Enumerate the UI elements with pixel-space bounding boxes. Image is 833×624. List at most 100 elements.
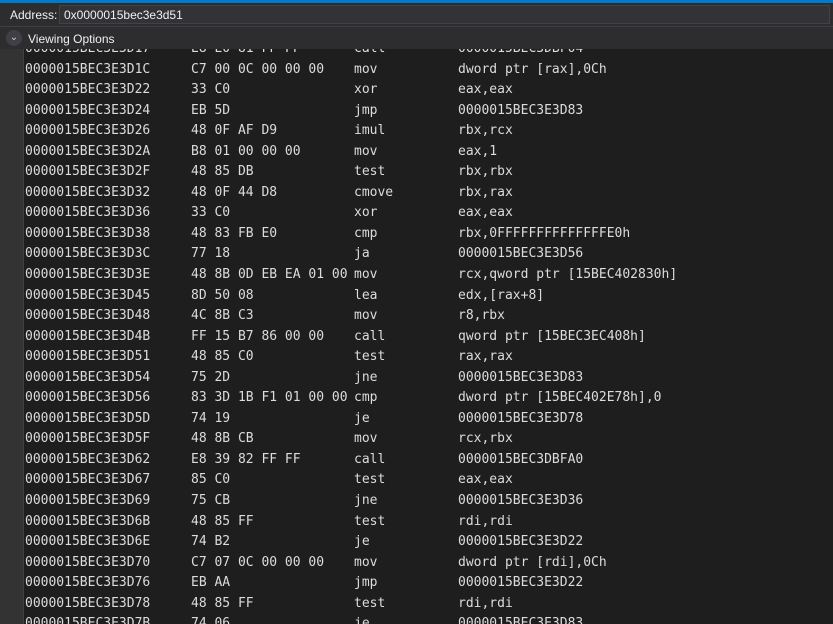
instruction-operands: 0000015BEC3E3D22 [458,534,584,550]
instruction-address: 0000015BEC3E3D5F [25,431,151,447]
instruction-address: 0000015BEC3E3D7B [25,616,151,624]
instruction-bytes: 48 8B CB [191,431,254,447]
instruction-bytes: EB 5D [191,102,231,118]
instruction-mnemonic: call [354,451,386,467]
instruction-address: 0000015BEC3E3D3E [25,267,151,283]
instruction-operands: dword ptr [rax],0Ch [458,61,607,77]
instruction-address: 0000015BEC3E3D36 [25,205,151,221]
instruction-bytes: 48 8B 0D EB EA 01 00 [191,267,348,283]
instruction-mnemonic: je [354,410,370,426]
instruction-mnemonic: test [354,513,386,529]
instruction-address: 0000015BEC3E3D6B [25,513,151,529]
instruction-mnemonic: jne [354,493,378,509]
chevron-down-icon[interactable]: ⌄ [6,30,22,46]
instruction-mnemonic: lea [354,287,378,303]
instruction-address: 0000015BEC3E3D70 [25,554,151,570]
instruction-bytes: 74 B2 [191,534,231,550]
instruction-operands: 0000015BEC3E3D36 [458,493,584,509]
instruction-mnemonic: jmp [354,575,378,591]
instruction-address: 0000015BEC3E3D2F [25,164,151,180]
instruction-operands: 0000015BEC3DBFA0 [458,451,584,467]
instruction-operands: dword ptr [15BEC402E78h],0 [458,390,662,406]
instruction-bytes: EB AA [191,575,231,591]
instruction-bytes: 4C 8B C3 [191,308,254,324]
instruction-bytes: 33 C0 [191,82,231,98]
disassembly-view[interactable]: 0000015BEC3E3D17 E8 E0 81 FF FF call 000001… [24,49,833,624]
instruction-address: 0000015BEC3E3D24 [25,102,151,118]
instruction-operands: 0000015BEC3E3D83 [458,102,584,118]
instruction-address: 0000015BEC3E3D6E [25,534,151,550]
instruction-bytes: 48 0F 44 D8 [191,184,278,200]
instruction-operands: rbx,rax [458,184,513,200]
viewing-options-bar[interactable]: ⌄ Viewing Options [0,27,833,49]
instruction-bytes: 77 18 [191,246,231,262]
instruction-address: 0000015BEC3E3D3C [25,246,151,262]
instruction-operands: rdi,rdi [458,595,513,611]
instruction-mnemonic: mov [354,308,378,324]
instruction-bytes: 8D 50 08 [191,287,254,303]
instruction-operands: edx,[rax+8] [458,287,545,303]
address-bar: Address: [0,3,833,27]
instruction-bytes: E8 E0 81 FF FF [191,49,301,60]
instruction-address: 0000015BEC3E3D62 [25,451,151,467]
viewing-options-label[interactable]: Viewing Options [28,32,115,46]
instruction-address: 0000015BEC3E3D51 [25,349,151,365]
instruction-mnemonic: mov [354,143,378,159]
instruction-mnemonic: imul [354,123,386,139]
instruction-mnemonic: mov [354,554,378,570]
instruction-mnemonic: mov [354,431,378,447]
instruction-bytes: C7 07 0C 00 00 00 [191,554,325,570]
instruction-address: 0000015BEC3E3D32 [25,184,151,200]
instruction-mnemonic: mov [354,267,378,283]
instruction-address: 0000015BEC3E3D54 [25,369,151,385]
instruction-mnemonic: cmp [354,390,378,406]
address-input[interactable] [59,5,830,24]
instruction-bytes: 74 19 [191,410,231,426]
instruction-mnemonic: jne [354,369,378,385]
instruction-operands: r8,rbx [458,308,505,324]
instruction-mnemonic: call [354,328,386,344]
instruction-mnemonic: test [354,595,386,611]
instruction-address: 0000015BEC3E3D2A [25,143,151,159]
instruction-address: 0000015BEC3E3D5D [25,410,151,426]
instruction-mnemonic: jmp [354,102,378,118]
instruction-mnemonic: xor [354,82,378,98]
instruction-address: 0000015BEC3E3D45 [25,287,151,303]
instruction-operands: rbx,0FFFFFFFFFFFFFFE0h [458,225,631,241]
instruction-operands: eax,eax [458,472,513,488]
instruction-mnemonic: mov [354,61,378,77]
instruction-mnemonic: je [354,616,370,624]
instruction-mnemonic: cmp [354,225,378,241]
instruction-operands: rcx,qword ptr [15BEC402830h] [458,267,678,283]
instruction-operands: dword ptr [rdi],0Ch [458,554,607,570]
address-label: Address: [10,8,58,22]
instruction-bytes: 33 C0 [191,205,231,221]
instruction-bytes: 48 85 DB [191,164,254,180]
instruction-address: 0000015BEC3E3D38 [25,225,151,241]
instruction-operands: eax,eax [458,82,513,98]
instruction-mnemonic: test [354,472,386,488]
instruction-bytes: 85 C0 [191,472,231,488]
instruction-mnemonic: call [354,49,385,60]
instruction-operands: rcx,rbx [458,431,513,447]
instruction-operands: eax,eax [458,205,513,221]
instruction-bytes: 48 83 FB E0 [191,225,278,241]
instruction-operands: rbx,rcx [458,123,513,139]
instruction-mnemonic: test [354,164,386,180]
instruction-operands: qword ptr [15BEC3EC408h] [458,328,646,344]
instruction-address: 0000015BEC3E3D4B [25,328,151,344]
instruction-operands: rax,rax [458,349,513,365]
instruction-address: 0000015BEC3E3D78 [25,595,151,611]
instruction-operands: 0000015BEC3E3D22 [458,575,584,591]
instruction-address: 0000015BEC3E3D76 [25,575,151,591]
instruction-address: 0000015BEC3E3D56 [25,390,151,406]
instruction-address: 0000015BEC3E3D1C [25,61,151,77]
instruction-address: 0000015BEC3E3D26 [25,123,151,139]
instruction-bytes: E8 39 82 FF FF [191,451,301,467]
instruction-operands: 0000015BEC3E3D83 [458,616,584,624]
instruction-mnemonic: test [354,349,386,365]
instruction-operands: 0000015BEC3E3D83 [458,369,584,385]
instruction-bytes: 48 85 FF [191,513,254,529]
instruction-bytes: 48 85 C0 [191,349,254,365]
instruction-mnemonic: xor [354,205,378,221]
